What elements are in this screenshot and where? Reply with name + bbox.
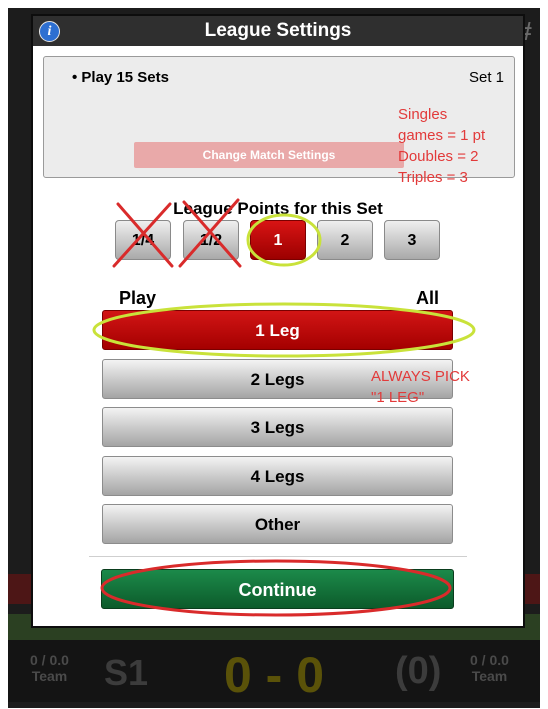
points-option-one-selected[interactable]: 1 [250, 220, 306, 260]
legs-option-other[interactable]: Other [102, 504, 453, 544]
note-line: ALWAYS PICK [371, 368, 470, 385]
dialog-header: i League Settings [33, 16, 523, 46]
right-team-stat: 0 / 0.0 Team [470, 652, 509, 684]
legs-option-1-selected[interactable]: 1 Leg [102, 310, 453, 350]
points-option-three[interactable]: 3 [384, 220, 440, 260]
note-line: Singles [398, 106, 448, 123]
note-line: "1 LEG" [371, 389, 425, 406]
note-line: games = 1 pt [398, 127, 486, 144]
pending-score: (0) [395, 650, 442, 692]
info-icon[interactable]: i [39, 21, 60, 42]
league-points-title: League Points for this Set [173, 199, 383, 218]
dialog-title: League Settings [204, 20, 352, 41]
score-display: 0 - 0 [223, 647, 325, 703]
play-label: Play [119, 288, 157, 308]
note-line: Doubles = 2 [398, 148, 479, 165]
all-label: All [415, 288, 439, 308]
right-team-label: Team [471, 668, 508, 684]
continue-button[interactable]: Continue [101, 569, 454, 609]
points-option-two[interactable]: 2 [317, 220, 373, 260]
legs-option-4[interactable]: 4 Legs [102, 456, 453, 496]
match-sets-label: • Play 15 Sets [72, 69, 169, 86]
points-annotation-note: Singles games = 1 pt Doubles = 2 Triples… [398, 104, 485, 188]
note-line: Triples = 3 [398, 169, 468, 186]
points-option-half[interactable]: 1/2 [183, 220, 239, 260]
change-match-settings-button[interactable]: Change Match Settings [134, 142, 404, 168]
dialog-divider [89, 556, 467, 557]
right-stat-value: 0 / 0.0 [470, 652, 509, 668]
points-option-quarter[interactable]: 1/4 [115, 220, 171, 260]
scoreboard: 0 / 0.0 Team S1 0 - 0 (0) 0 / 0.0 Team [8, 640, 540, 703]
legs-option-3[interactable]: 3 Legs [102, 407, 453, 447]
current-set-label: Set 1 [468, 69, 504, 86]
match-sets-text: Play 15 Sets [81, 69, 169, 86]
legs-annotation-note: ALWAYS PICK "1 LEG" [371, 366, 470, 408]
